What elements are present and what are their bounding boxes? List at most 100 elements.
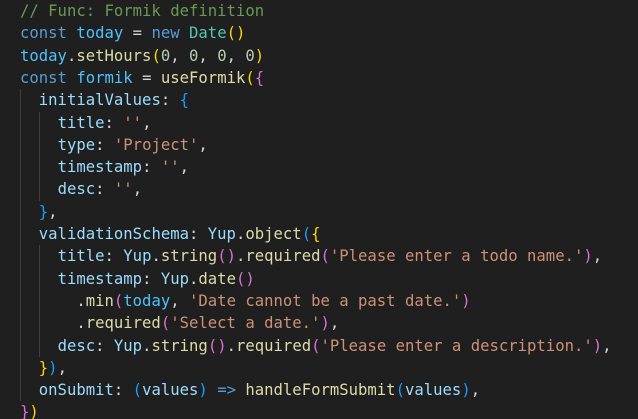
code-token: (: [320, 247, 330, 266]
code-token: string: [160, 247, 218, 266]
code-token: :: [95, 135, 114, 154]
code-line[interactable]: type: 'Project',: [0, 134, 638, 156]
code-token: (): [217, 247, 236, 266]
code-line[interactable]: }): [0, 401, 638, 419]
code-token: const: [20, 68, 77, 87]
code-line[interactable]: }),: [0, 357, 638, 379]
code-token: Yup: [160, 269, 190, 288]
code-line-text: timestamp: Yup.date(): [20, 268, 255, 290]
code-token: string: [151, 336, 208, 355]
code-token: ): [198, 381, 208, 400]
code-token: values: [142, 381, 199, 400]
code-token: (: [245, 68, 255, 87]
code-token: =>: [217, 381, 236, 400]
code-token: 0: [160, 46, 171, 65]
code-token: ,: [170, 46, 190, 65]
code-line-text: title: Yup.string().required('Please ent…: [20, 245, 603, 267]
code-token: const: [20, 24, 77, 43]
code-line-text: initialValues: {: [20, 89, 189, 111]
code-token: setHours: [76, 46, 152, 65]
code-line-text: today.setHours(0, 0, 0, 0): [20, 45, 264, 67]
code-line-text: desc: '',: [20, 178, 143, 200]
code-token: new: [151, 24, 190, 43]
code-token: :: [142, 269, 161, 288]
code-token: :: [104, 247, 124, 266]
code-token: required: [85, 314, 161, 333]
code-line-text: onSubmit: (values) => handleFormSubmit(v…: [20, 379, 480, 401]
code-line[interactable]: .min(today, 'Date cannot be a past date.…: [0, 290, 638, 312]
code-token: :: [142, 158, 161, 177]
code-line-text: timestamp: '',: [20, 156, 189, 178]
code-token: // Func: Formik definition: [20, 2, 265, 20]
code-editor[interactable]: // Func: Formik definition const today = …: [0, 0, 638, 419]
code-token: {: [254, 68, 265, 87]
code-line[interactable]: onSubmit: (values) => handleFormSubmit(v…: [0, 379, 638, 401]
code-token: :: [113, 381, 133, 400]
code-token: ): [320, 314, 330, 333]
code-token: date: [198, 269, 236, 288]
code-token: 'Project': [113, 135, 199, 154]
code-token: ,: [142, 113, 152, 132]
code-token: :: [160, 91, 180, 110]
code-token: :: [95, 180, 114, 199]
code-line-text: },: [20, 201, 58, 223]
code-line[interactable]: },: [0, 201, 638, 223]
code-token: (): [207, 336, 227, 355]
code-token: (: [301, 225, 312, 243]
code-token: ,: [592, 247, 603, 266]
code-token: ,: [226, 46, 246, 65]
code-line[interactable]: .required('Select a date.'),: [0, 312, 638, 334]
code-line-text: const formik = useFormik({: [20, 67, 264, 89]
code-line-text: type: 'Project',: [20, 134, 208, 156]
code-token: {: [179, 91, 190, 110]
code-line-text: .required('Select a date.'),: [20, 312, 339, 334]
code-line-text: }): [20, 401, 39, 419]
code-token: timestamp: [57, 158, 143, 177]
code-line-text: desc: Yup.string().required('Please ente…: [20, 335, 612, 357]
code-line[interactable]: desc: '',: [0, 178, 638, 200]
code-line[interactable]: // Func: Formik definition: [0, 0, 638, 22]
code-line[interactable]: desc: Yup.string().required('Please ente…: [0, 335, 638, 357]
code-token: '': [160, 158, 180, 177]
code-token: ,: [48, 202, 58, 221]
code-line[interactable]: validationSchema: Yup.object({: [0, 223, 638, 245]
code-line-text: .min(today, 'Date cannot be a past date.…: [20, 290, 470, 312]
code-token: :: [95, 336, 114, 355]
code-line[interactable]: title: '',: [0, 112, 638, 134]
code-token: 'Please enter a description.': [320, 336, 593, 355]
code-token: (: [151, 46, 161, 65]
code-token: .: [66, 46, 77, 65]
code-line[interactable]: const formik = useFormik({: [0, 67, 638, 89]
code-token: {: [311, 225, 321, 243]
code-token: title: [57, 247, 105, 266]
code-token: ,: [198, 46, 218, 65]
code-token: ): [29, 403, 39, 419]
code-token: type: [57, 135, 96, 154]
code-line[interactable]: const today = new Date(): [0, 22, 638, 44]
code-token: ,: [198, 135, 208, 154]
code-token: desc: [57, 336, 96, 355]
code-token: ,: [179, 158, 190, 177]
code-line[interactable]: timestamp: Yup.date(): [0, 268, 638, 290]
code-line[interactable]: today.setHours(0, 0, 0, 0): [0, 45, 638, 67]
code-token: onSubmit: [38, 381, 114, 400]
code-token: .: [235, 247, 246, 266]
code-line[interactable]: timestamp: '',: [0, 156, 638, 178]
code-line[interactable]: title: Yup.string().required('Please ent…: [0, 245, 638, 267]
code-token: (: [395, 381, 405, 400]
code-token: =: [123, 24, 152, 43]
code-token: object: [245, 225, 302, 243]
code-token: Yup: [123, 247, 152, 266]
code-line[interactable]: initialValues: {: [0, 89, 638, 111]
code-token: timestamp: [57, 269, 143, 288]
code-line-text: title: '',: [20, 112, 152, 134]
code-line-text: const today = new Date(): [20, 22, 245, 44]
